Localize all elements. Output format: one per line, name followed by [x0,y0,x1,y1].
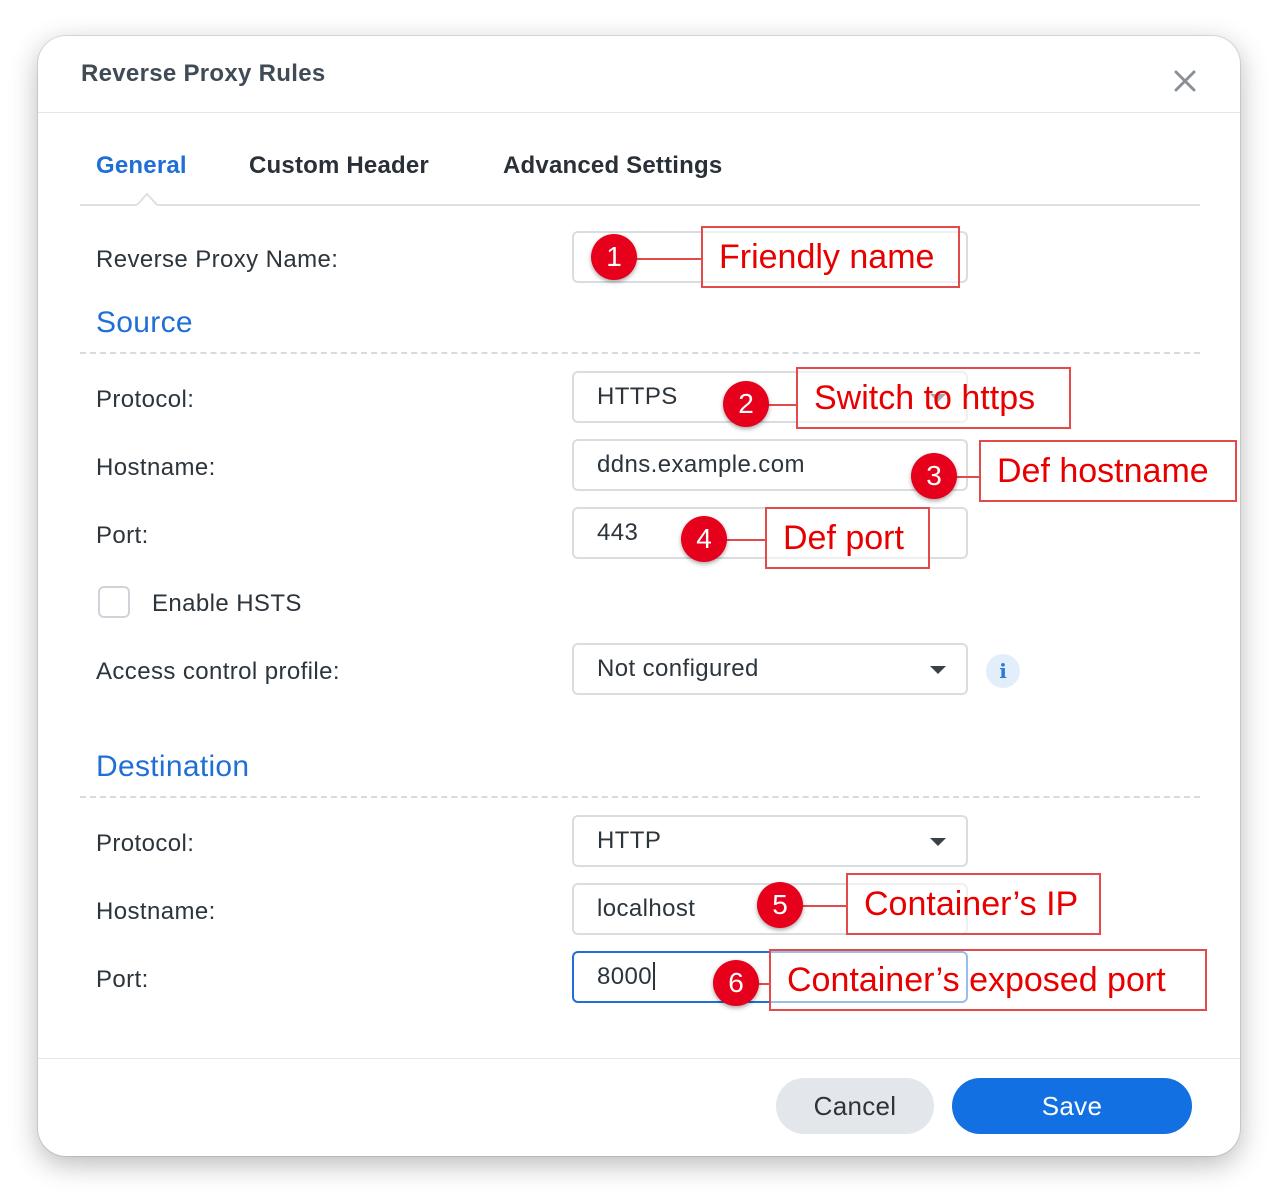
title-divider [38,112,1240,113]
annotation-marker-4: 4 [681,516,727,562]
access-control-profile-select[interactable]: Not configured [572,643,968,695]
annotation-marker-1: 1 [591,234,637,280]
annotation-marker-5: 5 [757,882,803,928]
dialog-title: Reverse Proxy Rules [81,60,326,87]
tab-advanced-settings[interactable]: Advanced Settings [503,152,722,180]
save-button[interactable]: Save [952,1078,1192,1134]
annotation-label-6: Container’s exposed port [769,949,1207,1011]
annotation-marker-2: 2 [723,381,769,427]
source-port-label: Port: [96,522,149,549]
destination-protocol-select[interactable]: HTTP [572,815,968,867]
dropdown-arrow-icon [930,838,946,846]
text-cursor [653,961,655,990]
info-icon[interactable]: i [986,654,1020,688]
annotation-label-5: Container’s IP [846,873,1101,935]
annotation-marker-3: 3 [911,453,957,499]
cancel-button[interactable]: Cancel [776,1078,934,1134]
destination-hostname-label: Hostname: [96,898,216,925]
annotation-label-2: Switch to https [796,367,1071,429]
source-hostname-label: Hostname: [96,454,216,481]
source-protocol-value: HTTPS [597,383,678,410]
close-button[interactable] [1164,60,1206,102]
destination-port-value: 8000 [597,963,652,990]
annotation-label-3: Def hostname [979,440,1237,502]
destination-heading: Destination [96,750,250,783]
destination-protocol-value: HTTP [597,827,662,854]
footer-divider [38,1058,1240,1059]
source-divider [80,352,1200,354]
tab-custom-header[interactable]: Custom Header [249,152,429,180]
close-icon [1174,70,1196,92]
annotation-label-4: Def port [765,507,930,569]
source-heading: Source [96,306,193,339]
enable-hsts-checkbox[interactable] [98,586,130,618]
destination-protocol-label: Protocol: [96,830,195,857]
tab-underline [80,204,1200,206]
enable-hsts-label: Enable HSTS [152,590,302,617]
destination-port-label: Port: [96,966,149,993]
source-hostname-input[interactable]: ddns.example.com [572,439,968,491]
access-control-profile-label: Access control profile: [96,658,340,685]
destination-divider [80,796,1200,798]
active-tab-caret-icon [137,192,157,212]
annotation-marker-6: 6 [713,960,759,1006]
tab-general[interactable]: General [96,152,187,180]
source-protocol-label: Protocol: [96,386,195,413]
access-control-profile-value: Not configured [597,655,759,682]
dropdown-arrow-icon [930,666,946,674]
annotation-label-1: Friendly name [701,226,960,288]
reverse-proxy-name-label: Reverse Proxy Name: [96,246,339,273]
